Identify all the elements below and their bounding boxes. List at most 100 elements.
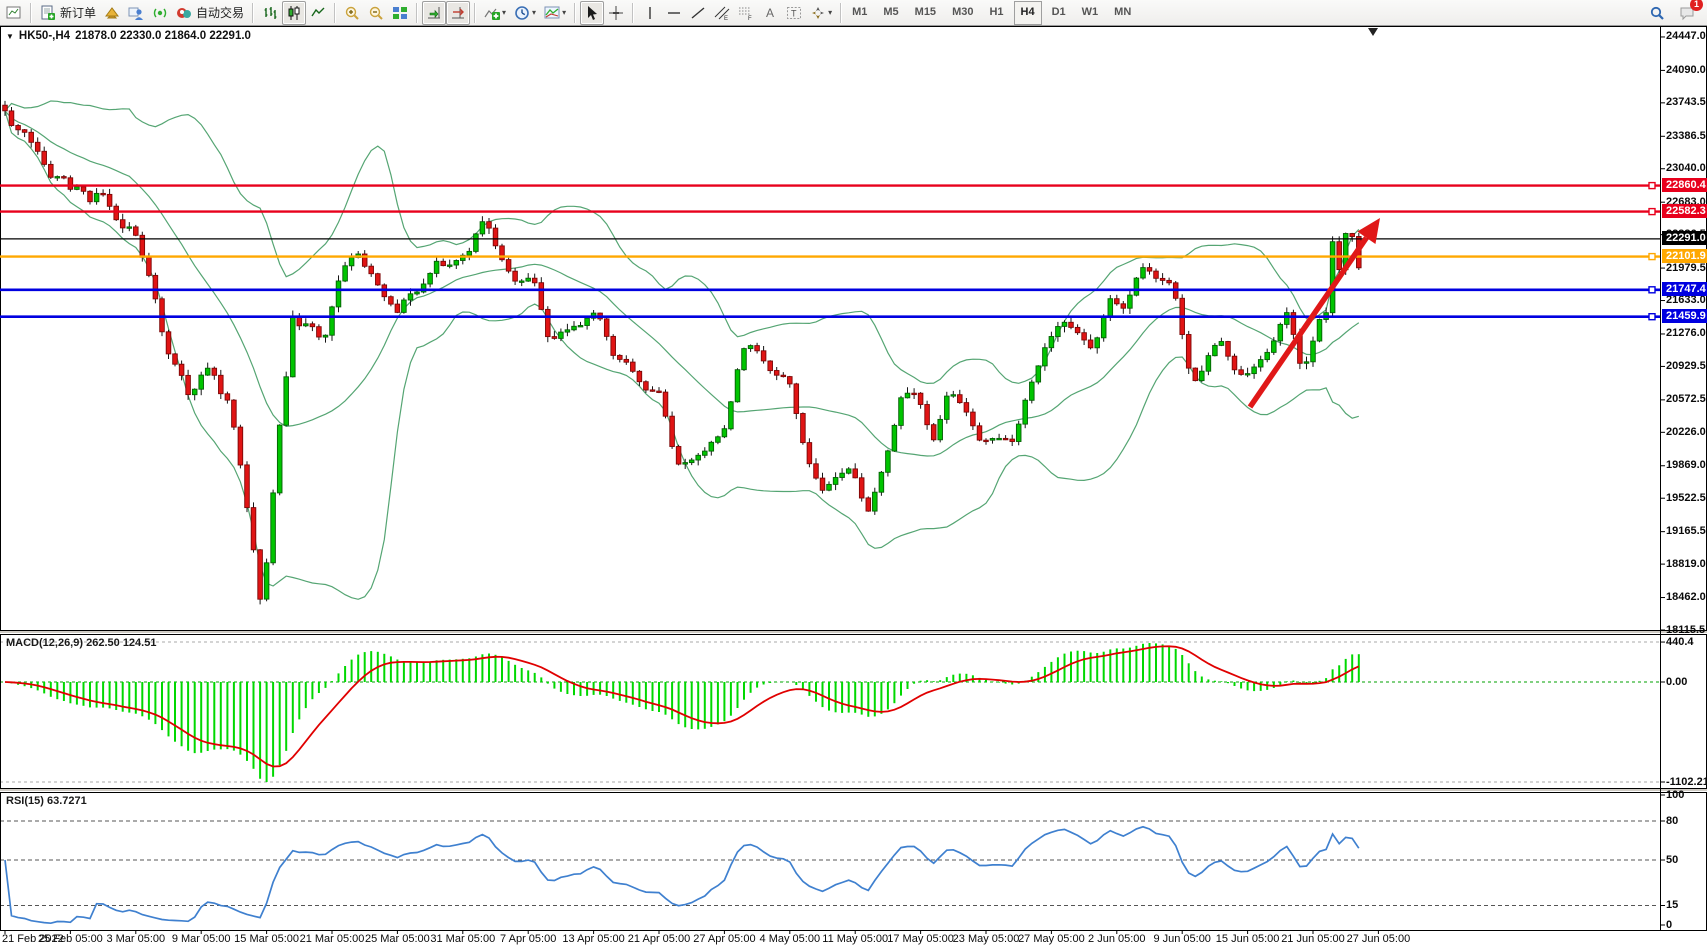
price-line-badge: 21747.4 bbox=[1662, 282, 1707, 296]
trading-terminal-window: { "toolbar": { "new_order_label": "新订单",… bbox=[0, 0, 1707, 947]
svg-text:F: F bbox=[748, 16, 752, 21]
zoom-out-button[interactable] bbox=[364, 1, 388, 25]
date-axis-label: 27 May 05:00 bbox=[1018, 933, 1085, 945]
autotrading-icon bbox=[176, 5, 192, 21]
macd-main-value: 262.50 bbox=[86, 637, 120, 649]
chevron-down-icon[interactable]: ▾ bbox=[828, 8, 832, 17]
text-icon: A bbox=[762, 5, 778, 21]
main-toolbar: 新订单 自动交易 ▾ ▾ ▾ E F A T ▾ M1M5M15M30H1H4D… bbox=[0, 0, 1707, 26]
vertical-line-icon bbox=[642, 5, 658, 21]
macd-indicator-label: MACD(12,26,9) 262.50 124.51 bbox=[6, 637, 156, 649]
timeframe-button-m15[interactable]: M15 bbox=[909, 2, 942, 24]
date-axis-label: 9 Mar 05:00 bbox=[172, 933, 231, 945]
fibonacci-tool-button[interactable]: F bbox=[734, 1, 758, 25]
toolbar-separator bbox=[574, 3, 576, 23]
toolbar-separator bbox=[252, 3, 254, 23]
cursor-tool-button[interactable] bbox=[580, 1, 604, 25]
toolbar-right: 1 bbox=[1645, 1, 1699, 25]
fibonacci-icon: F bbox=[738, 5, 754, 21]
price-axis-tick: 23040.0 bbox=[1666, 162, 1706, 174]
indicators-button[interactable]: ▾ bbox=[480, 1, 510, 25]
svg-text:T: T bbox=[791, 8, 797, 18]
line-handle bbox=[1649, 209, 1655, 215]
templates-button[interactable]: ▾ bbox=[540, 1, 570, 25]
timeframe-button-d1[interactable]: D1 bbox=[1046, 2, 1072, 24]
symbol-dropdown-icon[interactable]: ▼ bbox=[6, 32, 14, 41]
search-button[interactable] bbox=[1645, 1, 1669, 25]
rsi-axis-tick: 50 bbox=[1666, 854, 1678, 866]
timeframe-button-m5[interactable]: M5 bbox=[877, 2, 904, 24]
arrows-tool-button[interactable]: ▾ bbox=[806, 1, 836, 25]
new-order-icon bbox=[40, 5, 56, 21]
tile-windows-icon bbox=[392, 5, 408, 21]
zoom-in-button[interactable] bbox=[340, 1, 364, 25]
line-handle bbox=[1649, 287, 1655, 293]
macd-name: MACD(12,26,9) bbox=[6, 637, 83, 649]
chevron-down-icon[interactable]: ▾ bbox=[562, 8, 566, 17]
date-axis-label: 15 Jun 05:00 bbox=[1216, 933, 1280, 945]
date-axis-label: 9 Jun 05:00 bbox=[1153, 933, 1211, 945]
date-axis-label: 31 Mar 05:00 bbox=[430, 933, 495, 945]
new-chart-button[interactable] bbox=[2, 1, 26, 25]
vertical-line-tool-button[interactable] bbox=[638, 1, 662, 25]
symbol-timeframe-label: HK50-,H4 bbox=[19, 30, 70, 42]
periods-button[interactable]: ▾ bbox=[510, 1, 540, 25]
bar-chart-button[interactable] bbox=[258, 1, 282, 25]
price-line-badge: 22860.4 bbox=[1662, 178, 1707, 192]
trendline-tool-button[interactable] bbox=[686, 1, 710, 25]
price-axis-tick: 20929.5 bbox=[1666, 360, 1706, 372]
macd-axis-tick: 0.00 bbox=[1666, 676, 1687, 688]
timeframe-button-w1[interactable]: W1 bbox=[1076, 2, 1105, 24]
shapes-icon bbox=[810, 5, 826, 21]
line-handle bbox=[1649, 314, 1655, 320]
autotrading-button[interactable]: 自动交易 bbox=[172, 1, 248, 25]
auto-scroll-button[interactable] bbox=[422, 1, 446, 25]
rsi-value: 63.7271 bbox=[47, 795, 87, 807]
date-axis-label: 27 Jun 05:00 bbox=[1347, 933, 1411, 945]
date-axis-label: 4 May 05:00 bbox=[760, 933, 821, 945]
notifications-button[interactable]: 1 bbox=[1675, 1, 1699, 25]
rsi-axis-tick: 100 bbox=[1666, 789, 1684, 801]
timeframe-button-h1[interactable]: H1 bbox=[983, 2, 1009, 24]
new-order-button[interactable]: 新订单 bbox=[36, 1, 100, 25]
price-axis-tick: 20226.0 bbox=[1666, 426, 1706, 438]
text-label-icon: T bbox=[786, 5, 802, 21]
price-axis-tick: 18462.0 bbox=[1666, 591, 1706, 603]
navigator-button[interactable] bbox=[124, 1, 148, 25]
rsi-name: RSI(15) bbox=[6, 795, 44, 807]
chart-shift-button[interactable] bbox=[446, 1, 470, 25]
timeframe-button-m1[interactable]: M1 bbox=[846, 2, 873, 24]
tile-windows-button[interactable] bbox=[388, 1, 412, 25]
candlestick-chart-icon bbox=[286, 5, 302, 21]
toolbar-separator bbox=[840, 3, 842, 23]
chart-shift-icon bbox=[450, 5, 466, 21]
chevron-down-icon[interactable]: ▾ bbox=[532, 8, 536, 17]
chart-title[interactable]: ▼ HK50-,H4 21878.0 22330.0 21864.0 22291… bbox=[6, 30, 251, 42]
price-line-badge: 22582.3 bbox=[1662, 204, 1707, 218]
horizontal-line-tool-button[interactable] bbox=[662, 1, 686, 25]
candlestick-chart-button[interactable] bbox=[282, 1, 306, 25]
macd-signal-value: 124.51 bbox=[123, 637, 157, 649]
market-watch-button[interactable] bbox=[100, 1, 124, 25]
price-chart-canvas[interactable] bbox=[0, 0, 1707, 947]
date-axis-label: 25 Mar 05:00 bbox=[365, 933, 430, 945]
panel-splitter bbox=[0, 789, 1707, 791]
macd-axis-tick: -1102.21 bbox=[1666, 776, 1707, 788]
text-tool-button[interactable]: A bbox=[758, 1, 782, 25]
line-chart-button[interactable] bbox=[306, 1, 330, 25]
price-axis-tick: 19522.5 bbox=[1666, 492, 1706, 504]
crosshair-tool-button[interactable] bbox=[604, 1, 628, 25]
signals-button[interactable] bbox=[148, 1, 172, 25]
rsi-axis-tick: 15 bbox=[1666, 899, 1678, 911]
line-chart-icon bbox=[310, 5, 326, 21]
line-handle bbox=[1649, 254, 1655, 260]
chevron-down-icon[interactable]: ▾ bbox=[502, 8, 506, 17]
channel-tool-button[interactable]: E bbox=[710, 1, 734, 25]
timeframe-button-mn[interactable]: MN bbox=[1108, 2, 1137, 24]
date-axis-label: 15 Mar 05:00 bbox=[234, 933, 299, 945]
timeframe-button-h4[interactable]: H4 bbox=[1014, 1, 1042, 25]
label-tool-button[interactable]: T bbox=[782, 1, 806, 25]
horizontal-line-icon bbox=[666, 5, 682, 21]
new-chart-icon bbox=[6, 5, 22, 21]
timeframe-button-m30[interactable]: M30 bbox=[946, 2, 979, 24]
